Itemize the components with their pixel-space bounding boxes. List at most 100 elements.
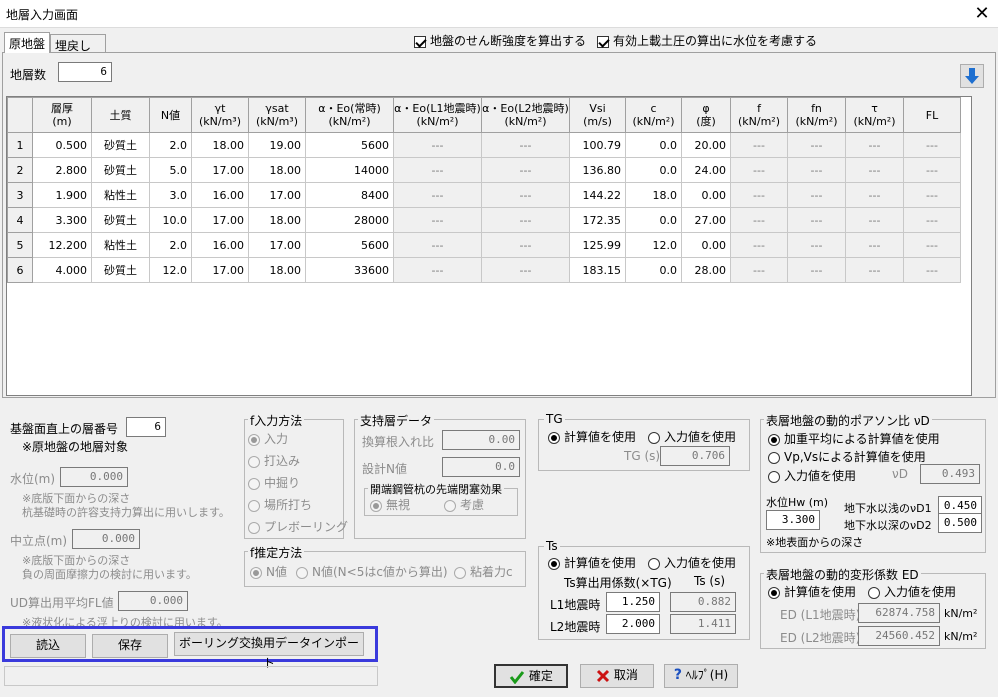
poisson-option-input[interactable]: 入力値を使用 [768, 467, 856, 484]
table-cell[interactable]: 28000 [305, 207, 394, 233]
boring-import-button[interactable]: ボーリング交換用データインポート [174, 632, 364, 670]
design-n-input[interactable]: 0.0 [442, 457, 520, 477]
table-cell[interactable]: 2.0 [149, 132, 192, 158]
f-input-option-cast-in-place[interactable]: 場所打ち [248, 494, 348, 516]
table-cell[interactable]: 12.0 [149, 257, 192, 283]
deep-nu-input[interactable]: 0.500 [938, 513, 982, 533]
table-cell[interactable]: --- [845, 132, 904, 158]
table-cell[interactable]: 5600 [305, 232, 394, 258]
help-button[interactable]: ? ﾍﾙﾌﾟ(H) [664, 664, 738, 688]
table-cell[interactable]: 2.0 [149, 232, 192, 258]
table-cell[interactable]: --- [393, 182, 482, 208]
table-cell[interactable]: 5.0 [149, 157, 192, 183]
table-cell[interactable]: 18.00 [248, 157, 306, 183]
tip-effect-ignore[interactable]: 無視 [370, 496, 410, 513]
deform-option-input[interactable]: 入力値を使用 [868, 583, 956, 600]
table-cell[interactable]: 18.00 [191, 132, 249, 158]
table-cell[interactable]: --- [903, 232, 961, 258]
table-cell[interactable]: 砂質土 [91, 157, 150, 183]
table-cell[interactable]: 100.79 [569, 132, 626, 158]
ts-option-input[interactable]: 入力値を使用 [648, 554, 736, 571]
poisson-nu-input[interactable]: 0.493 [920, 464, 980, 484]
water-depth-input[interactable]: 0.000 [60, 467, 128, 487]
deform-option-calc[interactable]: 計算値を使用 [768, 583, 856, 600]
table-cell[interactable]: --- [393, 157, 482, 183]
table-cell[interactable]: --- [730, 182, 788, 208]
table-cell[interactable]: 3.0 [149, 182, 192, 208]
table-cell[interactable]: 12.200 [32, 232, 92, 258]
f-input-option-inner-excavation[interactable]: 中掘り [248, 472, 348, 494]
table-cell[interactable]: 18.00 [248, 257, 306, 283]
table-cell[interactable]: 144.22 [569, 182, 626, 208]
close-button[interactable]: ✕ [968, 2, 996, 26]
table-cell[interactable]: --- [787, 182, 846, 208]
table-cell[interactable]: 粘性土 [91, 182, 150, 208]
tip-effect-consider[interactable]: 考慮 [444, 496, 484, 513]
table-cell[interactable]: --- [730, 157, 788, 183]
table-cell[interactable]: --- [481, 257, 570, 283]
table-cell[interactable]: --- [903, 182, 961, 208]
table-cell[interactable]: 172.35 [569, 207, 626, 233]
save-button[interactable]: 保存 [92, 634, 168, 658]
table-cell[interactable]: --- [845, 182, 904, 208]
hw-input[interactable]: 3.300 [766, 510, 820, 530]
table-cell[interactable]: --- [787, 157, 846, 183]
table-cell[interactable]: --- [903, 207, 961, 233]
table-cell[interactable]: --- [481, 232, 570, 258]
table-cell[interactable]: --- [393, 257, 482, 283]
table-cell[interactable]: --- [787, 257, 846, 283]
converted-depth-input[interactable]: 0.00 [442, 430, 520, 450]
table-cell[interactable]: 3.300 [32, 207, 92, 233]
f-estimate-n[interactable]: N値 [250, 563, 287, 580]
table-cell[interactable]: 17.00 [191, 207, 249, 233]
tab-backfill[interactable]: 埋戻し土 [50, 34, 106, 70]
table-cell[interactable]: 0.00 [681, 182, 731, 208]
table-cell[interactable]: 12.0 [625, 232, 682, 258]
table-cell[interactable]: 0.0 [625, 157, 682, 183]
table-cell[interactable]: --- [845, 207, 904, 233]
shear-strength-option[interactable]: 地盤のせん断強度を算出する [414, 32, 586, 49]
table-cell[interactable]: 17.00 [191, 257, 249, 283]
table-cell[interactable]: --- [845, 157, 904, 183]
table-cell[interactable]: 4.000 [32, 257, 92, 283]
base-layer-input[interactable]: 6 [126, 417, 166, 437]
table-cell[interactable]: 砂質土 [91, 257, 150, 283]
table-cell[interactable]: --- [845, 257, 904, 283]
table-cell[interactable]: 砂質土 [91, 132, 150, 158]
table-cell[interactable]: 0.0 [625, 132, 682, 158]
tab-original-ground[interactable]: 原地盤 [4, 32, 50, 53]
table-cell[interactable]: 17.00 [248, 232, 306, 258]
table-cell[interactable]: 0.0 [625, 207, 682, 233]
ed-l2-input[interactable]: 24560.452 [858, 626, 940, 646]
table-cell[interactable]: 8400 [305, 182, 394, 208]
table-cell[interactable]: --- [730, 257, 788, 283]
table-cell[interactable]: 14000 [305, 157, 394, 183]
table-cell[interactable]: --- [393, 232, 482, 258]
water-level-checkbox[interactable] [597, 35, 609, 48]
poisson-option-weighted[interactable]: 加重平均による計算値を使用 [768, 430, 940, 447]
table-cell[interactable]: 1.900 [32, 182, 92, 208]
table-cell[interactable]: --- [481, 132, 570, 158]
table-cell[interactable]: --- [730, 232, 788, 258]
table-cell[interactable]: 125.99 [569, 232, 626, 258]
table-cell[interactable]: 18.0 [625, 182, 682, 208]
ed-l1-input[interactable]: 62874.758 [858, 603, 940, 623]
table-cell[interactable]: 0.500 [32, 132, 92, 158]
poisson-option-vpvs[interactable]: Vp,Vsによる計算値を使用 [768, 448, 926, 465]
table-cell[interactable]: 28.00 [681, 257, 731, 283]
tg-option-calc[interactable]: 計算値を使用 [548, 428, 636, 445]
table-cell[interactable]: 16.00 [191, 232, 249, 258]
table-cell[interactable]: 136.80 [569, 157, 626, 183]
table-cell[interactable]: --- [481, 207, 570, 233]
table-cell[interactable]: 17.00 [191, 157, 249, 183]
table-cell[interactable]: 2.800 [32, 157, 92, 183]
neutral-point-input[interactable]: 0.000 [72, 529, 140, 549]
table-cell[interactable]: 17.00 [248, 182, 306, 208]
ts-l2-coef-input[interactable]: 2.000 [606, 614, 660, 634]
table-cell[interactable]: --- [845, 232, 904, 258]
tg-option-input[interactable]: 入力値を使用 [648, 428, 736, 445]
table-cell[interactable]: 19.00 [248, 132, 306, 158]
table-cell[interactable]: 33600 [305, 257, 394, 283]
shear-strength-checkbox[interactable] [414, 35, 426, 48]
tg-input[interactable]: 0.706 [660, 446, 730, 466]
